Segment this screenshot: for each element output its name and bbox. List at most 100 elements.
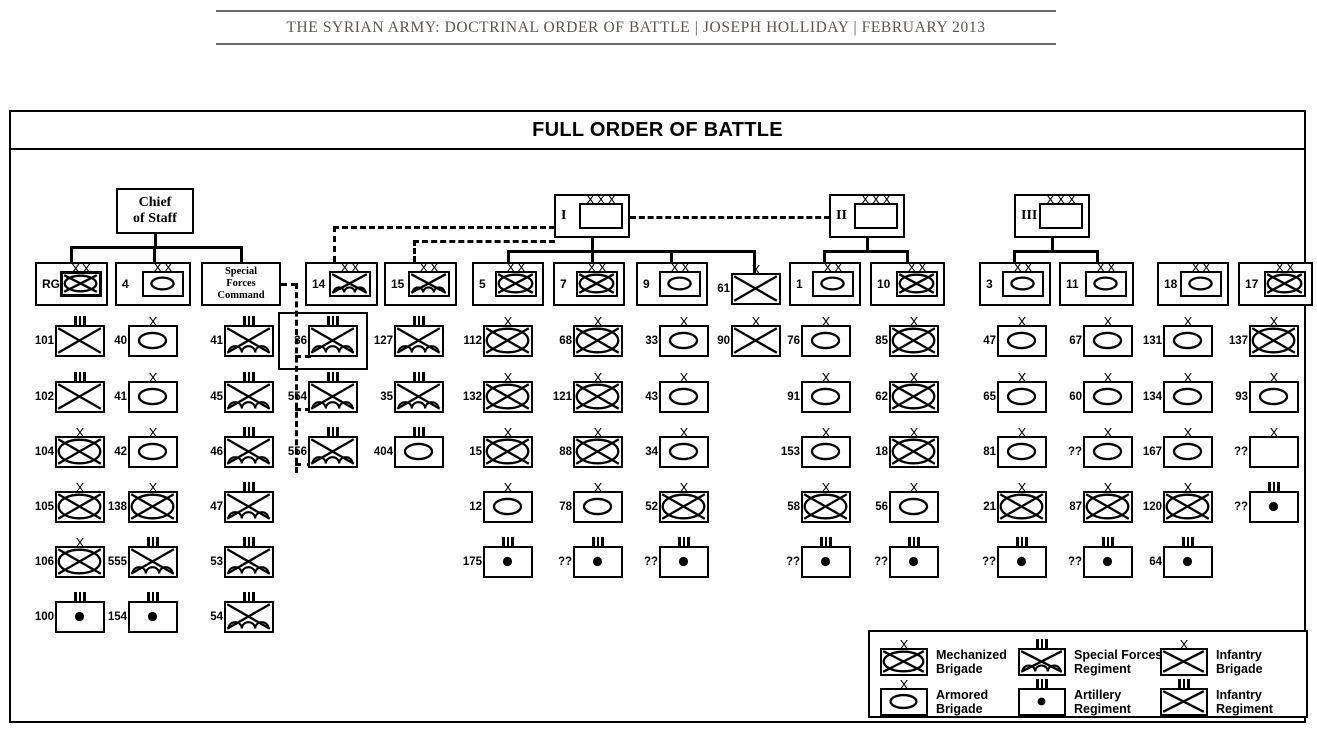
unit-special-forces-command-units-41[interactable]: 41 <box>210 316 274 357</box>
unit-ninth-division-units-34[interactable]: X 34 <box>645 426 709 468</box>
unit-fourteenth-division-units-554[interactable]: 554 <box>288 372 358 413</box>
division-box-5[interactable]: 5 XX <box>472 261 544 306</box>
symbol-holder: XX <box>1085 261 1127 297</box>
corps-box-iii[interactable]: III X X X <box>1014 193 1090 238</box>
division-box-15[interactable]: 15 X X <box>384 261 457 306</box>
division-box-14[interactable]: 14 X X <box>305 261 378 306</box>
echelon-bar <box>247 537 251 548</box>
division-box-3[interactable]: 3 XX <box>979 261 1051 306</box>
unit-ninth-division-units-unknownunknown[interactable]: ?? <box>644 537 709 578</box>
unit-eighteenth-division-units-134[interactable]: X 134 <box>1143 371 1213 413</box>
unit-fifth-division-units-15[interactable]: X 15 <box>469 426 533 468</box>
unit-fourteenth-division-units-556[interactable]: 556 <box>288 427 358 468</box>
unit-fifth-division-units-175[interactable]: 175 <box>463 537 533 578</box>
unit-seventeenth-division-units-137[interactable]: X 137 <box>1229 315 1299 357</box>
unit-rg-division-units-105[interactable]: X 105 <box>35 481 105 523</box>
unit-seventeenth-division-units-unknownunknown[interactable]: ?? <box>1234 482 1299 523</box>
unit-special-forces-command-units-47[interactable]: 47 <box>210 482 274 523</box>
unit-special-forces-command-units-46[interactable]: 46 <box>210 427 274 468</box>
unit-fourth-division-units-154[interactable]: 154 <box>108 592 178 633</box>
division-box-1[interactable]: 1 XX <box>789 261 861 306</box>
division-box-9[interactable]: 9 XX <box>636 261 708 306</box>
unit-special-forces-command-units-53[interactable]: 53 <box>210 537 274 578</box>
unit-fifteenth-division-units-404[interactable]: 404 <box>374 427 444 468</box>
unit-eleventh-division-units-67[interactable]: X 67 <box>1069 315 1133 357</box>
echelon-x-marks: X <box>661 426 707 439</box>
unit-seventeenth-division-units-93[interactable]: X 93 <box>1235 371 1299 413</box>
unit-seventh-division-units-78[interactable]: X 78 <box>559 481 623 523</box>
corps-box-ii[interactable]: II X X X <box>829 193 905 238</box>
unit-third-division-units-65[interactable]: X 65 <box>983 371 1047 413</box>
division-box-4[interactable]: 4 XX <box>115 261 191 306</box>
echelon-x-marks: X <box>803 426 849 439</box>
unit-fourth-division-units-555[interactable]: 555 <box>108 537 178 578</box>
unit-seventh-division-units-unknownunknown[interactable]: ?? <box>558 537 623 578</box>
corps-box-i[interactable]: I XXX <box>554 193 630 238</box>
unit-ninth-division-units-33[interactable]: X 33 <box>645 315 709 357</box>
unit-designation: 121 <box>552 391 572 403</box>
unit-eighteenth-division-units-120[interactable]: X 120 <box>1143 481 1213 523</box>
division-box-10[interactable]: 10 X X <box>870 261 945 306</box>
unit-fifth-division-units-12[interactable]: X 12 <box>469 481 533 523</box>
unit-eighteenth-division-units-64[interactable]: 64 <box>1149 537 1213 578</box>
unit-seventeenth-division-units-unknownunknown[interactable]: X?? <box>1234 426 1299 468</box>
division-label-15: 15 <box>391 277 405 291</box>
unit-first-division-units-76[interactable]: X 76 <box>787 315 851 357</box>
unit-designation: 35 <box>380 391 393 403</box>
division-box-11[interactable]: 11 X X <box>1059 261 1134 306</box>
unit-eleventh-division-units-87[interactable]: X 87 <box>1069 481 1133 523</box>
unit-seventh-division-units-121[interactable]: X 121 <box>553 371 623 413</box>
unit-third-division-units-47[interactable]: X 47 <box>983 315 1047 357</box>
unit-first-division-units-91[interactable]: X 91 <box>787 371 851 413</box>
unit-rg-division-units-106[interactable]: X 106 <box>35 536 105 578</box>
unit-fifteenth-division-units-35[interactable]: 35 <box>380 372 444 413</box>
unit-fifteenth-division-units-127[interactable]: 127 <box>374 316 444 357</box>
unit-third-division-units-21[interactable]: X 21 <box>983 481 1047 523</box>
unit-rg-division-units-101[interactable]: 101 <box>35 316 105 357</box>
division-box-18[interactable]: 18 X X <box>1157 261 1229 306</box>
unit-tenth-division-units-unknownunknown[interactable]: ?? <box>874 537 939 578</box>
unit-rg-division-units-100[interactable]: 100 <box>35 592 105 633</box>
division-label-rg: RG <box>42 277 60 291</box>
unit-ninth-division-units-43[interactable]: X 43 <box>645 371 709 413</box>
unit-eleventh-division-units-unknownunknown[interactable]: X?? <box>1068 426 1133 468</box>
unit-tenth-division-units-18[interactable]: X 18 <box>875 426 939 468</box>
unit-tenth-division-units-62[interactable]: X 62 <box>875 371 939 413</box>
unit-eighteenth-division-units-167[interactable]: X 167 <box>1143 426 1213 468</box>
unit-designation: 33 <box>645 335 658 347</box>
unit-third-division-units-unknownunknown[interactable]: ?? <box>982 537 1047 578</box>
unit-first-division-units-unknownunknown[interactable]: ?? <box>786 537 851 578</box>
unit-seventh-division-units-68[interactable]: X 68 <box>559 315 623 357</box>
division-box-7[interactable]: 7 XX <box>553 261 625 306</box>
unit-fifth-division-units-112[interactable]: X 112 <box>463 315 533 357</box>
unit-third-division-units-81[interactable]: X 81 <box>983 426 1047 468</box>
unit-fourth-division-units-138[interactable]: X 138 <box>108 481 178 523</box>
unit-special-forces-command-units-45[interactable]: 45 <box>210 372 274 413</box>
unit-tenth-division-units-56[interactable]: X 56 <box>875 481 939 523</box>
unit-first-division-units-58[interactable]: X 58 <box>787 481 851 523</box>
unit-fourth-division-units-40[interactable]: X 40 <box>114 315 178 357</box>
unit-rg-division-units-102[interactable]: 102 <box>35 372 105 413</box>
special-forces-command-box[interactable]: Special Forces Command <box>201 262 281 306</box>
unit-ninth-division-units-52[interactable]: X 52 <box>645 481 709 523</box>
unit-fourteenth-division-units-36[interactable]: 36 <box>278 312 368 370</box>
unit-eighteenth-division-units-131[interactable]: X 131 <box>1143 315 1213 357</box>
unit-fifth-division-units-132[interactable]: X 132 <box>463 371 533 413</box>
division-box-17[interactable]: 17 X X <box>1238 261 1313 306</box>
unit-designation: 46 <box>210 446 223 458</box>
unit-special-forces-command-units-54[interactable]: 54 <box>210 592 274 633</box>
unit-fourth-division-units-41[interactable]: X 41 <box>114 371 178 413</box>
unit-seventh-division-units-88[interactable]: X 88 <box>559 426 623 468</box>
symbol-holder: XX <box>408 261 450 297</box>
unit-tenth-division-units-85[interactable]: X 85 <box>875 315 939 357</box>
unit-independent-infantry-units-61[interactable]: X 61 <box>717 263 781 305</box>
echelon-bar <box>1040 639 1044 651</box>
chief-of-staff-box[interactable]: Chief of Staff <box>116 188 194 234</box>
unit-fourth-division-units-42[interactable]: X 42 <box>114 426 178 468</box>
unit-rg-division-units-104[interactable]: X 104 <box>35 426 105 468</box>
division-box-rg[interactable]: RG X X <box>35 262 108 306</box>
unit-independent-infantry-units-90[interactable]: X 90 <box>717 315 781 357</box>
unit-eleventh-division-units-60[interactable]: X 60 <box>1069 371 1133 413</box>
unit-eleventh-division-units-unknownunknown[interactable]: ?? <box>1068 537 1133 578</box>
unit-first-division-units-153[interactable]: X 153 <box>781 426 851 468</box>
